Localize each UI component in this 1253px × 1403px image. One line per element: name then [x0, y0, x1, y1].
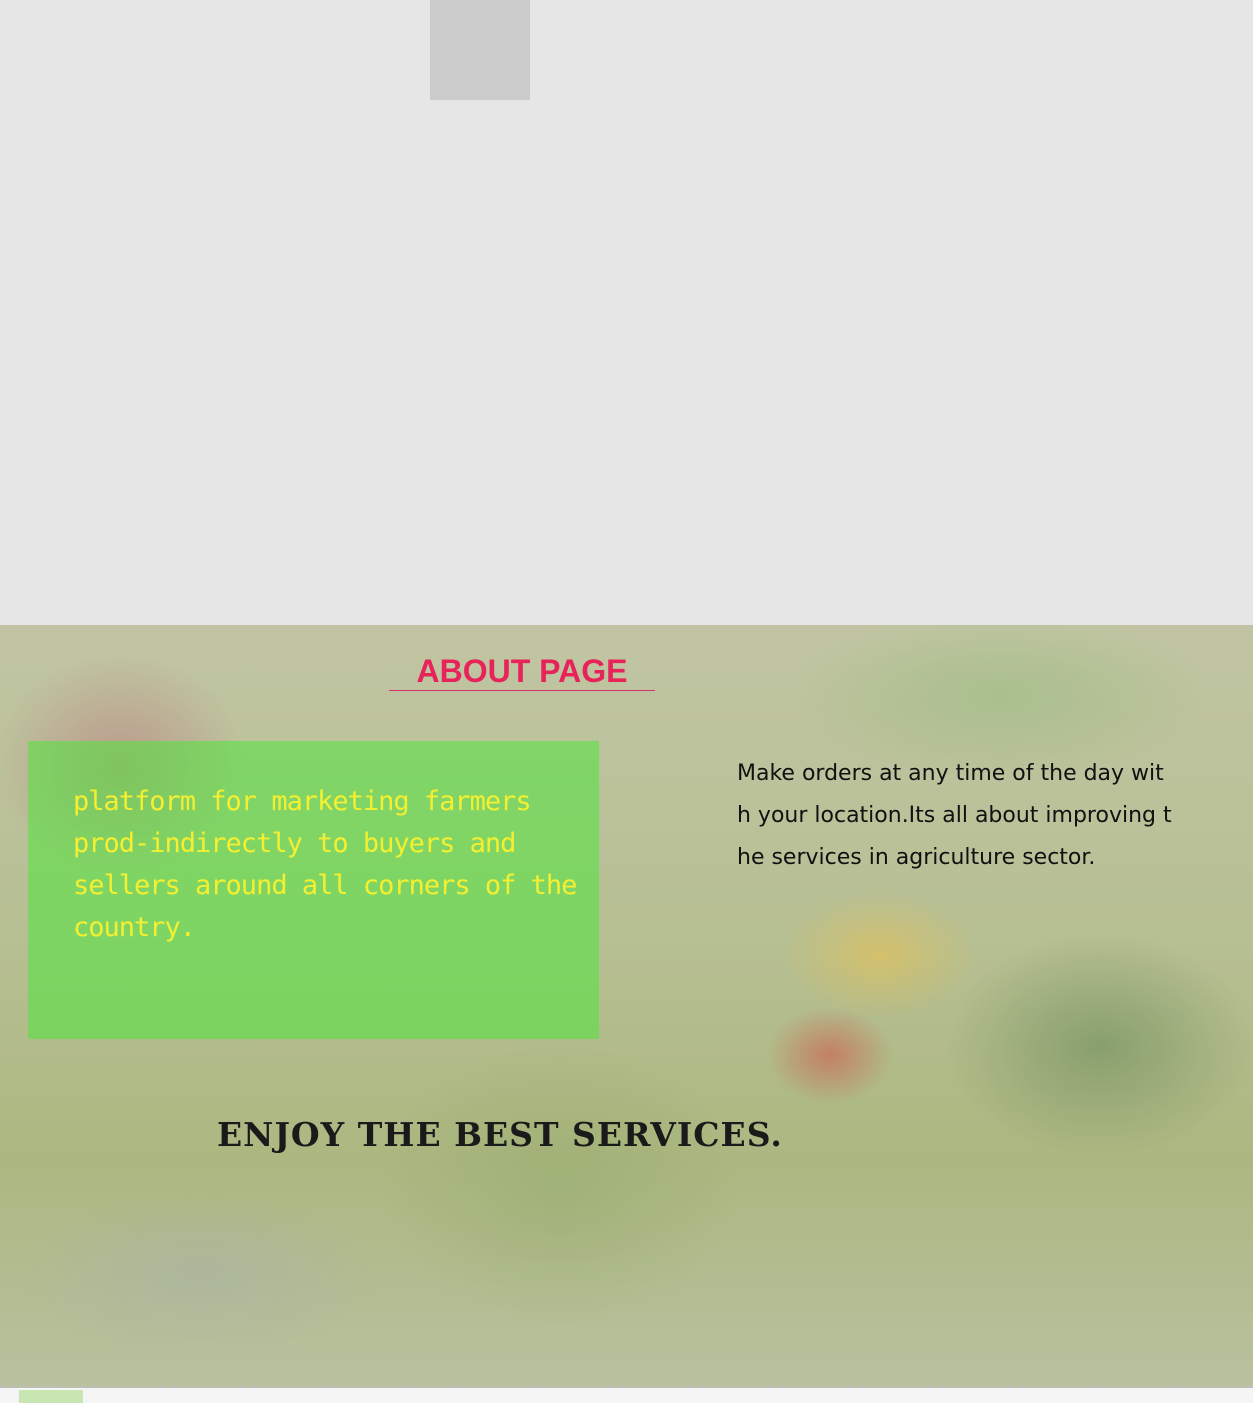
partial-logo-icon — [19, 1390, 83, 1403]
bottom-cutoff-strip — [0, 1388, 1253, 1403]
ordering-description: Make orders at any time of the day with … — [737, 761, 1172, 870]
about-page-title: ABOUT PAGE — [389, 653, 655, 691]
top-blank-area — [0, 0, 1253, 625]
services-heading: ENJOY THE BEST SERVICES. — [217, 1115, 783, 1154]
image-placeholder — [430, 0, 530, 100]
mission-text: platform for marketing farmers prod-indi… — [73, 786, 577, 943]
mission-card: platform for marketing farmers prod-indi… — [28, 741, 599, 1039]
about-section: ABOUT PAGE platform for marketing farmer… — [0, 625, 1253, 1388]
